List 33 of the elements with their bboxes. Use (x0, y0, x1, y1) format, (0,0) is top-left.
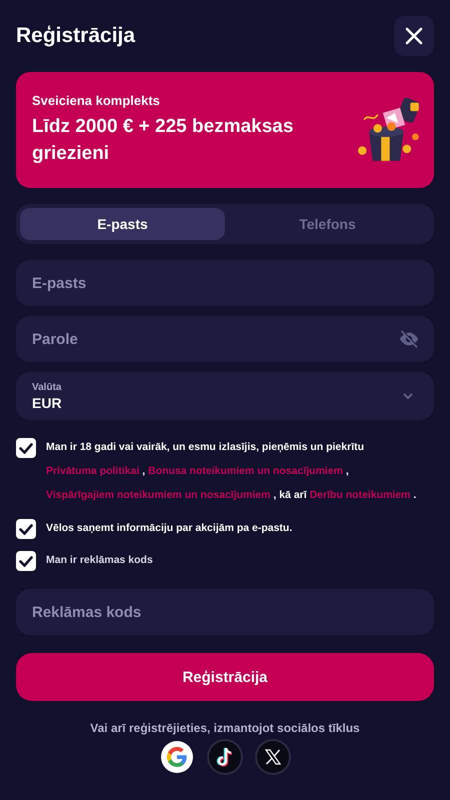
checkbox[interactable] (16, 551, 36, 571)
close-button[interactable] (394, 16, 434, 56)
social-caption: Vai arī reģistrējieties, izmantojot sociālos tīklus (89, 721, 361, 735)
promo-subtitle: Sveiciena komplekts (32, 92, 161, 108)
currency-select[interactable]: Valūta EUR (16, 372, 434, 420)
consent-text: Man ir 18 gadi vai vairāk, un esmu izlasījis, pieņēmis un piekrītu Privātuma politikai , Bonusa noteikumiem un nosacījumiem , Vispārīgajiem noteikumiem un nosacījumiem , kā arī Derību noteikumiem . (46, 440, 418, 503)
checkbox[interactable] (16, 438, 36, 458)
tiktok-login-button[interactable] (209, 741, 241, 773)
x-logo-icon (264, 748, 282, 766)
select-value: EUR (32, 394, 63, 410)
checkbox[interactable] (16, 519, 36, 539)
page-title: Reģistrācija (16, 24, 136, 48)
select-label: Valūta (32, 382, 62, 392)
terms-link[interactable]: Privātuma politikai (46, 465, 140, 477)
music-note-logo-icon (215, 746, 235, 768)
chevron-down-icon (402, 392, 414, 400)
eye-slash-icon[interactable] (398, 328, 420, 350)
close-icon (405, 27, 423, 45)
terms-link[interactable]: Derību noteikumiem (310, 489, 411, 501)
terms-link[interactable]: Bonusa noteikumiem un nosacījumiem (148, 465, 344, 477)
input-field[interactable]: E-pasts (16, 260, 434, 306)
tab[interactable]: Telefons (225, 208, 430, 240)
input-field[interactable]: Parole (16, 316, 434, 362)
register-button[interactable]: Reģistrācija (16, 653, 434, 701)
google-logo-icon (165, 745, 189, 769)
consent-text: Vēlos saņemt informāciju par akcijām pa e-pastu. (46, 521, 292, 535)
consent-text: Man ir reklāmas kods (46, 553, 153, 567)
terms-link[interactable]: Vispārīgajiem noteikumiem un nosacījumiem (46, 489, 270, 501)
google-login-button[interactable] (161, 741, 193, 773)
tab[interactable]: E-pasts (20, 208, 225, 240)
promo-headline: Līdz 2000 € + 225 bezmaksas griezieni (32, 114, 294, 166)
x-login-button[interactable] (257, 741, 289, 773)
input-field[interactable]: Reklāmas kods (16, 589, 434, 635)
